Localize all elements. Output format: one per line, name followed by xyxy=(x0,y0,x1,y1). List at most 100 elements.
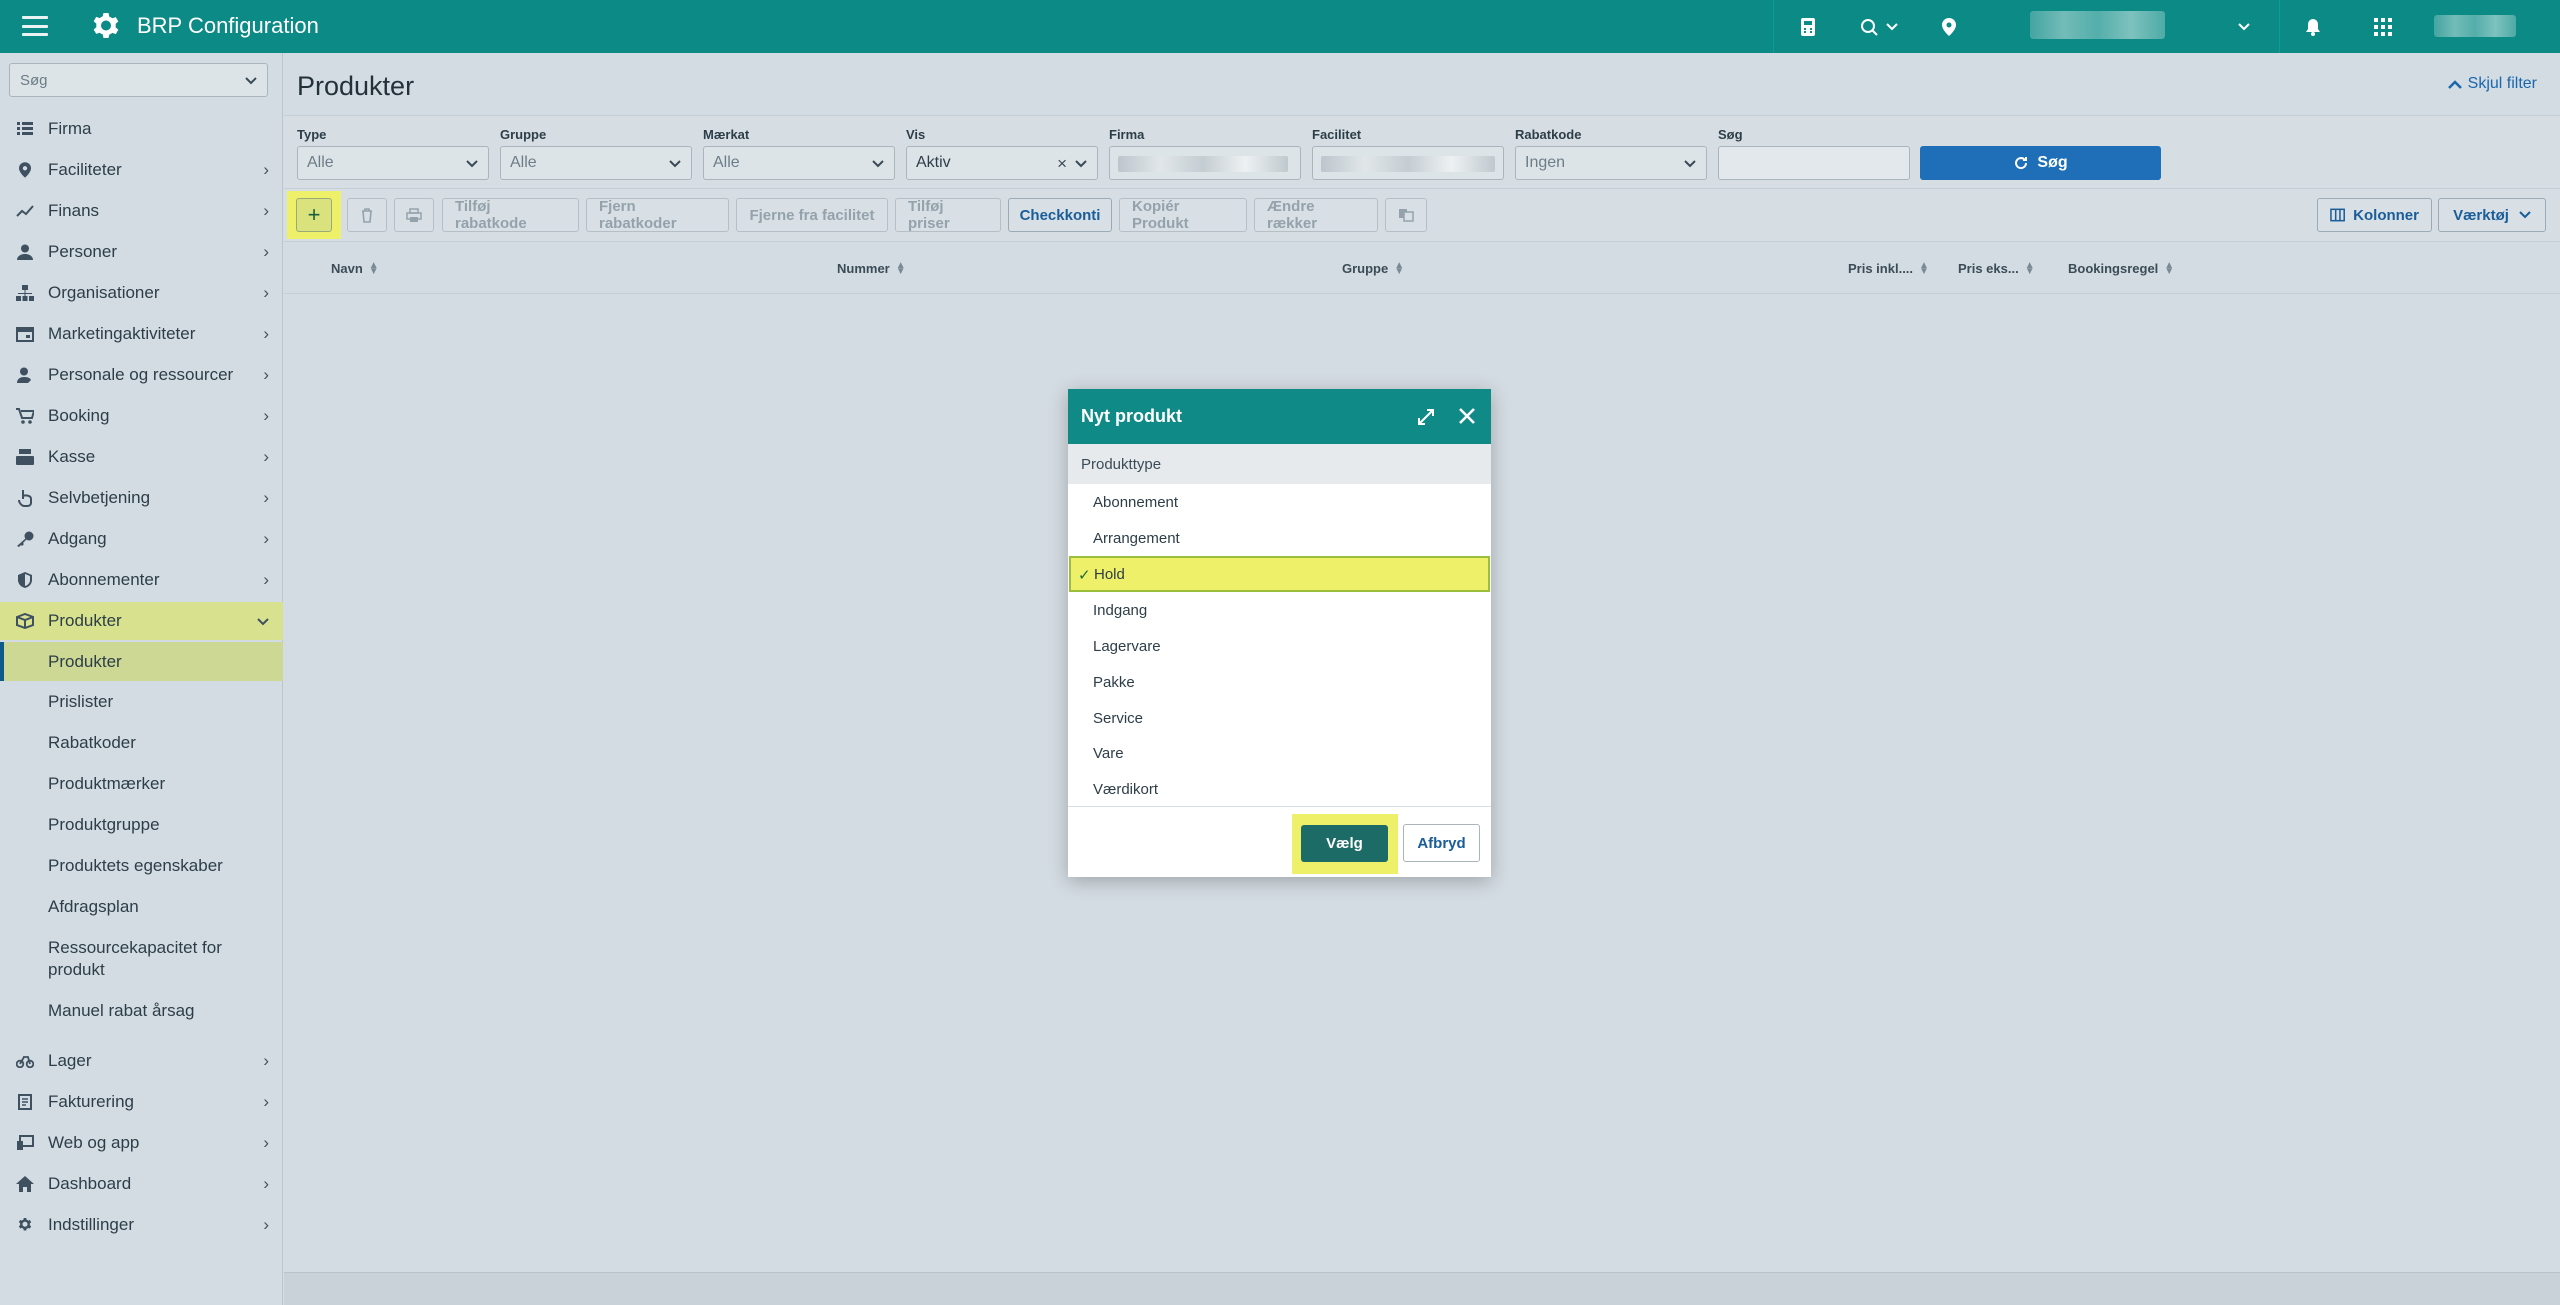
option-hold[interactable]: ✓ Hold xyxy=(1069,556,1490,592)
option-vare[interactable]: Vare xyxy=(1068,735,1491,771)
sidebar-item-web-og-app[interactable]: Web og app › xyxy=(0,1124,283,1162)
sidebar-item-personale[interactable]: Personale og ressourcer › xyxy=(0,356,283,394)
column-nummer[interactable]: Nummer ▲ ▼ xyxy=(837,260,906,276)
filter-facilitet-select[interactable] xyxy=(1312,146,1504,180)
merge-button[interactable] xyxy=(1385,198,1427,232)
filter-firma-select[interactable] xyxy=(1109,146,1301,180)
bell-icon[interactable] xyxy=(2303,14,2323,40)
option-arrangement[interactable]: Arrangement xyxy=(1068,520,1491,556)
calculator-icon[interactable] xyxy=(1797,14,1819,40)
sidebar-item-indstillinger[interactable]: Indstillinger › xyxy=(0,1206,283,1244)
option-lagervare[interactable]: Lagervare xyxy=(1068,628,1491,664)
option-vaerdikort[interactable]: Værdikort xyxy=(1068,771,1491,807)
sidebar-item-adgang[interactable]: Adgang › xyxy=(0,520,283,558)
map-pin-icon xyxy=(15,160,35,180)
hide-filter-link[interactable]: Skjul filter xyxy=(2447,75,2537,93)
option-abonnement[interactable]: Abonnement xyxy=(1068,484,1491,520)
facility-selector-redacted[interactable] xyxy=(2030,11,2165,39)
sidebar-item-label: Personale og ressourcer xyxy=(48,365,234,384)
sidebar-item-fakturering[interactable]: Fakturering › xyxy=(0,1083,283,1121)
sidebar-item-dashboard[interactable]: Dashboard › xyxy=(0,1165,283,1203)
cancel-button[interactable]: Afbryd xyxy=(1403,824,1480,862)
toolbar: + Tilføj rabatkode Fjern rabatkoder Fjer… xyxy=(284,188,2560,240)
option-indgang[interactable]: Indgang xyxy=(1068,592,1491,628)
tools-button[interactable]: Værktøj xyxy=(2438,198,2546,232)
copy-product-button[interactable]: Kopiér Produkt xyxy=(1119,198,1247,232)
remove-from-facility-button[interactable]: Fjerne fra facilitet xyxy=(736,198,888,232)
map-pin-icon[interactable] xyxy=(1939,14,1959,40)
sidebar-subitem-prislister[interactable]: Prislister xyxy=(0,682,283,722)
sidebar-item-selvbetjening[interactable]: Selvbetjening › xyxy=(0,479,283,517)
clear-icon[interactable]: × xyxy=(1057,154,1067,174)
sidebar-item-personer[interactable]: Personer › xyxy=(0,233,283,271)
filter-rabatkode-select[interactable]: Ingen xyxy=(1515,146,1707,180)
print-button[interactable] xyxy=(394,198,434,232)
user-menu-redacted[interactable] xyxy=(2434,15,2516,37)
sidebar-item-finans[interactable]: Finans › xyxy=(0,192,283,230)
option-pakke[interactable]: Pakke xyxy=(1068,664,1491,700)
sidebar-subitem-rabatkoder[interactable]: Rabatkoder xyxy=(0,723,283,763)
option-label: Service xyxy=(1093,710,1144,727)
sidebar-item-organisationer[interactable]: Organisationer › xyxy=(0,274,283,312)
bike-icon xyxy=(15,1051,35,1071)
menu-icon[interactable] xyxy=(22,16,48,36)
column-bookingsregel[interactable]: Bookingsregel ▲ ▼ xyxy=(2068,260,2174,276)
topbar-divider xyxy=(2279,0,2280,53)
add-prices-button[interactable]: Tilføj priser xyxy=(895,198,1001,232)
filter-rabatkode-value: Ingen xyxy=(1525,154,1566,171)
tools-label: Værktøj xyxy=(2453,206,2509,224)
option-label: Indgang xyxy=(1093,602,1148,619)
filter-vis-select[interactable]: Aktiv × xyxy=(906,146,1098,180)
option-service[interactable]: Service xyxy=(1068,700,1491,736)
devices-icon xyxy=(15,1133,35,1153)
staff-icon xyxy=(15,365,35,385)
apps-grid-icon[interactable] xyxy=(2372,14,2394,40)
column-navn[interactable]: Navn ▲ ▼ xyxy=(331,260,379,276)
person-icon xyxy=(15,242,35,262)
sidebar-subitem-produkter[interactable]: Produkter xyxy=(0,642,283,681)
sidebar-item-lager[interactable]: Lager › xyxy=(0,1042,283,1080)
add-product-button[interactable]: + xyxy=(296,198,332,232)
sidebar-item-kasse[interactable]: Kasse › xyxy=(0,438,283,476)
sidebar-item-abonnementer[interactable]: Abonnementer › xyxy=(0,561,283,599)
chevron-right-icon: › xyxy=(263,201,269,220)
chevron-right-icon: › xyxy=(263,283,269,302)
sidebar-subitem-label: Rabatkoder xyxy=(48,733,136,752)
remove-discount-codes-button[interactable]: Fjern rabatkoder xyxy=(586,198,729,232)
select-button[interactable]: Vælg xyxy=(1301,825,1388,862)
checkkonti-button[interactable]: Checkkonti xyxy=(1008,198,1112,232)
edit-rows-button[interactable]: Ændre rækker xyxy=(1254,198,1378,232)
column-gruppe[interactable]: Gruppe ▲ ▼ xyxy=(1342,260,1404,276)
close-icon[interactable] xyxy=(1456,405,1478,427)
filter-sog-input[interactable] xyxy=(1718,146,1910,180)
filter-maerkat-select[interactable]: Alle xyxy=(703,146,895,180)
sidebar-item-produkter[interactable]: Produkter xyxy=(0,602,283,640)
sidebar-subitem-produktmaerker[interactable]: Produktmærker xyxy=(0,764,283,804)
check-icon: ✓ xyxy=(1078,567,1091,584)
sidebar-subitem-ressourcekapacitet[interactable]: Ressourcekapacitet for produkt xyxy=(0,928,283,990)
chevron-right-icon: › xyxy=(263,1174,269,1193)
sidebar-subitem-afdragsplan[interactable]: Afdragsplan xyxy=(0,887,283,927)
sidebar-item-marketingaktiviteter[interactable]: Marketingaktiviteter › xyxy=(0,315,283,353)
search-button[interactable]: Søg xyxy=(1920,146,2161,180)
filter-gruppe-select[interactable]: Alle xyxy=(500,146,692,180)
filter-firma-label: Firma xyxy=(1109,127,1145,142)
chevron-right-icon: › xyxy=(263,406,269,425)
sidebar-subitem-produktets-egenskaber[interactable]: Produktets egenskaber xyxy=(0,846,283,886)
columns-button[interactable]: Kolonner xyxy=(2317,198,2432,232)
add-discount-code-button[interactable]: Tilføj rabatkode xyxy=(442,198,579,232)
sidebar-subitem-produktgruppe[interactable]: Produktgruppe xyxy=(0,805,283,845)
column-pris-inkl[interactable]: Pris inkl.... ▲ ▼ xyxy=(1848,260,1929,276)
delete-button[interactable] xyxy=(347,198,387,232)
filter-type-select[interactable]: Alle xyxy=(297,146,489,180)
sidebar-item-faciliteter[interactable]: Faciliteter › xyxy=(0,151,283,189)
sidebar-subitem-manuel-rabat[interactable]: Manuel rabat årsag xyxy=(0,991,283,1031)
column-pris-eks[interactable]: Pris eks... ▲ ▼ xyxy=(1958,260,2035,276)
expand-icon[interactable] xyxy=(1416,407,1436,427)
chevron-down-icon[interactable] xyxy=(2234,14,2254,40)
sidebar-search-input[interactable]: Søg xyxy=(9,63,268,97)
location-search-icon[interactable] xyxy=(1857,14,1901,40)
sidebar-item-booking[interactable]: Booking › xyxy=(0,397,283,435)
top-bar: BRP Configuration xyxy=(0,0,2560,53)
sidebar-item-firma[interactable]: Firma xyxy=(0,110,283,148)
